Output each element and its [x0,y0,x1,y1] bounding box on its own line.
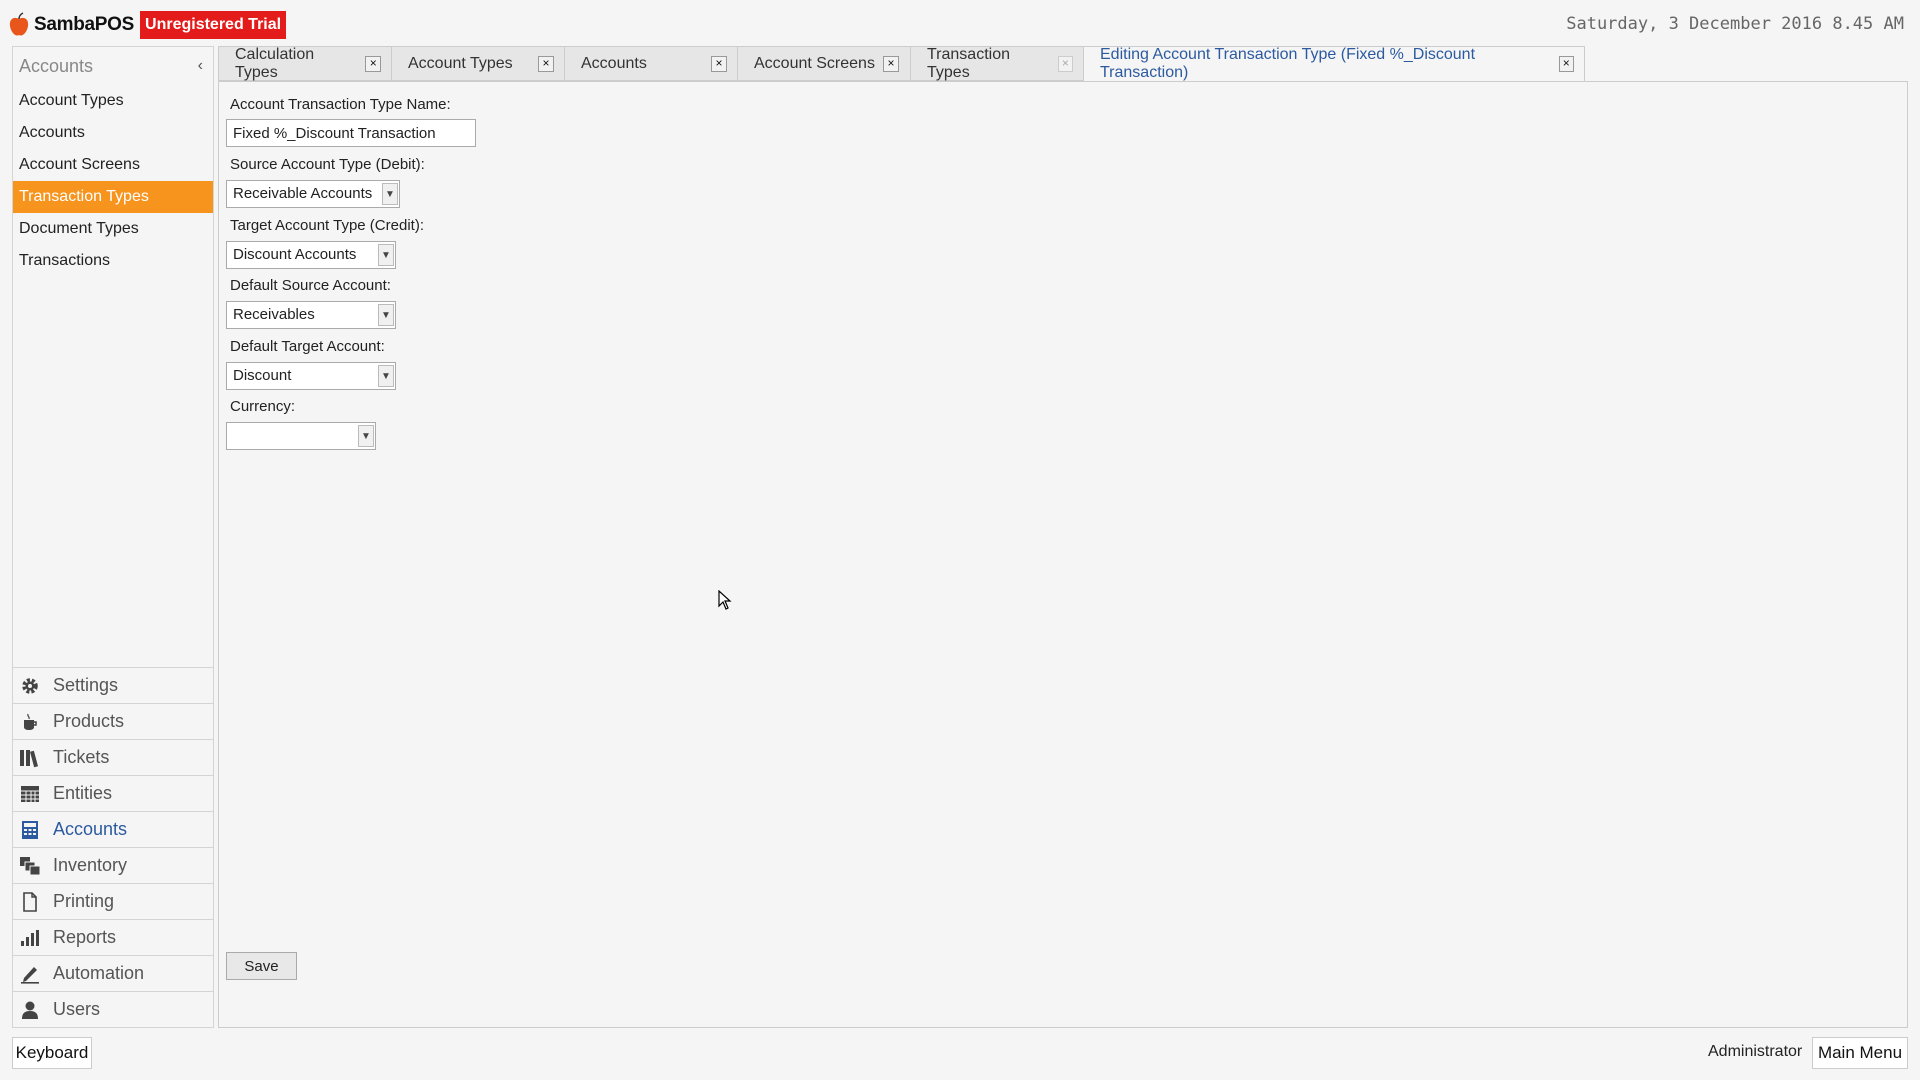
tab-label: Calculation Types [235,45,315,81]
keyboard-button[interactable]: Keyboard [12,1037,92,1069]
close-tab-icon[interactable]: × [1558,56,1574,72]
close-tab-icon[interactable]: × [711,55,727,72]
target-account-type-select[interactable]: Discount Accounts ▼ [226,241,396,269]
apple-logo-icon [9,12,29,36]
default-source-account-label: Default Source Account: [230,277,391,294]
module-label: Automation [53,963,145,983]
sidebar-header: Accounts ‹ [13,47,213,85]
user-icon [19,999,41,1021]
tab-label: Account Types [408,54,513,72]
chevron-down-icon[interactable]: ▼ [378,365,394,387]
document-tabs: Calculation Types × Account Types × Acco… [218,46,1585,82]
module-products[interactable]: Products [13,703,213,739]
sidebar: Accounts ‹ Account Types Accounts Accoun… [12,46,214,1028]
chevron-down-icon[interactable]: ▼ [358,425,374,447]
chevron-down-icon[interactable]: ▼ [378,304,394,326]
app-header: SambaPOS Unregistered Trial Saturday, 3 … [0,0,1920,46]
sidebar-item-transaction-types[interactable]: Transaction Types [13,181,213,213]
pencil-icon [19,963,41,985]
grid-table-icon [19,783,41,805]
main-menu-button[interactable]: Main Menu [1812,1037,1908,1069]
module-entities[interactable]: Entities [13,775,213,811]
target-account-type-label: Target Account Type (Credit): [230,217,424,234]
editor-panel: Account Transaction Type Name: Source Ac… [218,81,1908,1028]
sidebar-item-account-screens[interactable]: Account Screens [13,149,213,181]
tab-label: Transaction Types [927,45,1010,81]
source-account-type-label: Source Account Type (Debit): [230,156,425,173]
close-tab-icon[interactable]: × [365,55,381,72]
coffee-cup-icon [19,711,41,733]
sidebar-title: Accounts [19,55,94,76]
gear-icon [19,675,41,697]
module-label: Inventory [53,855,128,875]
app-logo: SambaPOS Unregistered Trial [8,10,287,40]
tab-account-types[interactable]: Account Types × [391,46,564,81]
module-label: Products [53,711,125,731]
trial-badge: Unregistered Trial [140,11,287,39]
default-target-account-select[interactable]: Discount ▼ [226,362,396,390]
module-label: Entities [53,783,113,803]
module-label: Reports [53,927,117,947]
tab-label: Editing Account Transaction Type (Fixed … [1100,46,1476,81]
module-label: Settings [53,675,119,695]
tab-calculation-types[interactable]: Calculation Types × [218,46,391,81]
module-printing[interactable]: Printing [13,883,213,919]
module-users[interactable]: Users [13,991,213,1027]
source-account-type-select[interactable]: Receivable Accounts ▼ [226,180,400,208]
close-tab-icon[interactable]: × [882,55,899,72]
logged-in-user: Administrator [1708,1043,1803,1060]
tab-label: Accounts [581,54,647,72]
selected-value: Receivable Accounts [233,185,373,202]
tab-account-screens[interactable]: Account Screens × [737,46,910,81]
module-label: Tickets [53,747,110,767]
datetime-display: Saturday, 3 December 2016 8.45 AM [1566,14,1904,34]
module-automation[interactable]: Automation [13,955,213,991]
collapse-sidebar-icon[interactable]: ‹ [198,57,203,75]
module-tickets[interactable]: Tickets [13,739,213,775]
selected-value: Receivables [233,306,315,323]
tab-label: Account Screens [754,54,875,72]
module-accounts[interactable]: Accounts [13,811,213,847]
default-source-account-select[interactable]: Receivables ▼ [226,301,396,329]
save-button[interactable]: Save [226,952,297,980]
default-target-account-label: Default Target Account: [230,338,385,355]
selected-value: Discount [233,367,292,384]
currency-select[interactable]: ▼ [226,422,376,450]
tab-accounts[interactable]: Accounts × [564,46,737,81]
tab-editing-transaction-type[interactable]: Editing Account Transaction Type (Fixed … [1083,46,1585,82]
module-reports[interactable]: Reports [13,919,213,955]
close-tab-icon[interactable]: × [538,55,554,72]
module-label: Users [53,999,101,1019]
stack-icon [19,855,41,877]
chevron-down-icon[interactable]: ▼ [378,244,394,266]
chevron-down-icon[interactable]: ▼ [382,183,398,205]
close-tab-icon[interactable]: × [1057,55,1073,72]
transaction-type-name-input[interactable] [226,119,476,147]
document-icon [19,891,41,913]
sidebar-item-accounts[interactable]: Accounts [13,117,213,149]
mouse-cursor-icon [718,590,732,610]
app-name: SambaPOS [34,14,135,35]
books-icon [19,747,41,769]
sidebar-item-account-types[interactable]: Account Types [13,85,213,117]
bar-chart-icon [19,927,41,949]
module-list: Settings Products Tickets Entities Accou… [13,667,213,1027]
transaction-type-name-label: Account Transaction Type Name: [230,96,451,113]
module-settings[interactable]: Settings [13,667,213,703]
sidebar-item-document-types[interactable]: Document Types [13,213,213,245]
currency-label: Currency: [230,398,296,415]
selected-value: Discount Accounts [233,246,357,263]
module-inventory[interactable]: Inventory [13,847,213,883]
sidebar-item-transactions[interactable]: Transactions [13,245,213,277]
tab-transaction-types[interactable]: Transaction Types × [910,46,1083,81]
module-label: Printing [53,891,115,911]
calculator-icon [19,819,41,841]
module-label: Accounts [53,819,128,839]
